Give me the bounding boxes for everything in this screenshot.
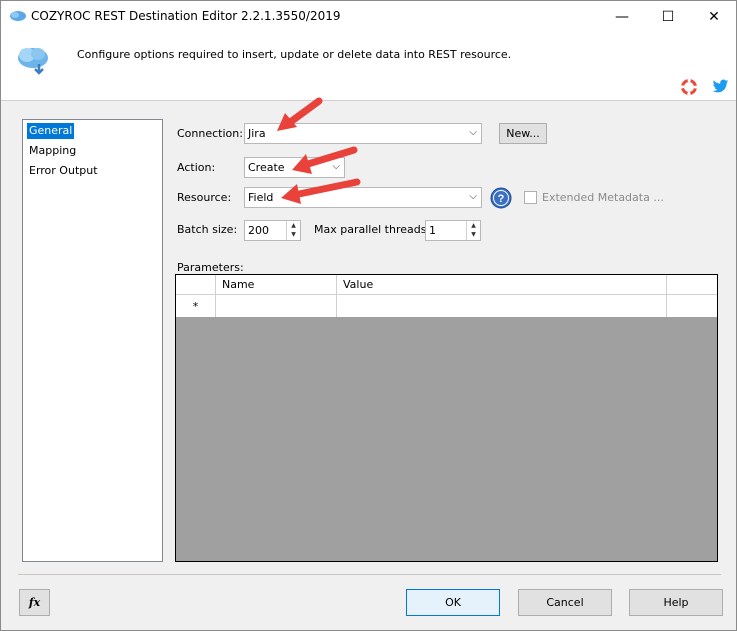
close-button[interactable]: ✕ xyxy=(691,1,737,32)
cloud-app-icon xyxy=(10,11,26,21)
ok-button[interactable]: OK xyxy=(406,589,500,616)
expression-fx-button[interactable]: fx xyxy=(19,589,50,616)
window-title: COZYROC REST Destination Editor 2.2.1.35… xyxy=(31,9,341,23)
lifebuoy-icon[interactable] xyxy=(681,79,697,95)
batch-size-value: 200 xyxy=(248,224,269,237)
parameters-grid[interactable]: Name Value * xyxy=(175,274,718,562)
extended-metadata-checkbox[interactable] xyxy=(524,191,537,204)
resource-label: Resource: xyxy=(177,191,232,204)
nav-item-error-output[interactable]: Error Output xyxy=(27,163,100,179)
column-header-name[interactable]: Name xyxy=(216,275,337,294)
header-description: Configure options required to insert, up… xyxy=(77,48,512,61)
grid-header: Name Value xyxy=(176,275,717,295)
nav-item-general[interactable]: General xyxy=(27,123,75,139)
grid-row-header-corner xyxy=(176,275,216,294)
max-threads-label: Max parallel threads: xyxy=(314,223,431,236)
header-banner: Configure options required to insert, up… xyxy=(1,32,736,101)
resource-value: Field xyxy=(248,191,274,204)
action-value: Create xyxy=(248,161,285,174)
batch-size-label: Batch size: xyxy=(177,223,238,236)
cancel-button[interactable]: Cancel xyxy=(518,589,612,616)
name-cell[interactable] xyxy=(216,295,337,317)
minimize-button[interactable]: — xyxy=(599,1,645,32)
connection-label: Connection: xyxy=(177,127,243,140)
cloud-icon xyxy=(18,48,48,75)
help-question-icon[interactable]: ? xyxy=(490,187,512,209)
parameters-label: Parameters: xyxy=(177,261,244,274)
connection-value: Jira xyxy=(248,127,266,140)
maximize-button[interactable]: ☐ xyxy=(645,1,691,32)
stepper-arrows-icon[interactable]: ▲ ▼ xyxy=(286,221,300,240)
max-threads-value: 1 xyxy=(429,224,436,237)
annotation-arrow-icon xyxy=(277,97,323,131)
dialog-window: COZYROC REST Destination Editor 2.2.1.35… xyxy=(0,0,737,631)
nav-item-mapping[interactable]: Mapping xyxy=(27,143,78,159)
page-nav-list: General Mapping Error Output xyxy=(22,119,163,562)
footer-divider xyxy=(18,574,721,575)
chevron-down-icon: ⌵ xyxy=(469,127,477,138)
title-bar: COZYROC REST Destination Editor 2.2.1.35… xyxy=(1,1,736,32)
stepper-arrows-icon[interactable]: ▲ ▼ xyxy=(466,221,480,240)
max-threads-stepper[interactable]: 1 ▲ ▼ xyxy=(425,220,481,241)
annotation-arrow-icon xyxy=(292,146,358,174)
twitter-icon[interactable] xyxy=(712,79,729,94)
chevron-down-icon: ⌵ xyxy=(469,191,477,202)
extended-metadata-label: Extended Metadata ... xyxy=(542,191,664,204)
value-cell[interactable] xyxy=(337,295,667,317)
grid-new-row[interactable]: * xyxy=(176,295,717,317)
help-button[interactable]: Help xyxy=(629,589,723,616)
new-connection-button[interactable]: New... xyxy=(499,123,547,144)
new-row-marker: * xyxy=(176,295,216,317)
svg-text:?: ? xyxy=(498,193,505,205)
batch-size-stepper[interactable]: 200 ▲ ▼ xyxy=(244,220,301,241)
annotation-arrow-icon xyxy=(281,178,361,204)
column-header-value[interactable]: Value xyxy=(337,275,667,294)
action-label: Action: xyxy=(177,161,216,174)
